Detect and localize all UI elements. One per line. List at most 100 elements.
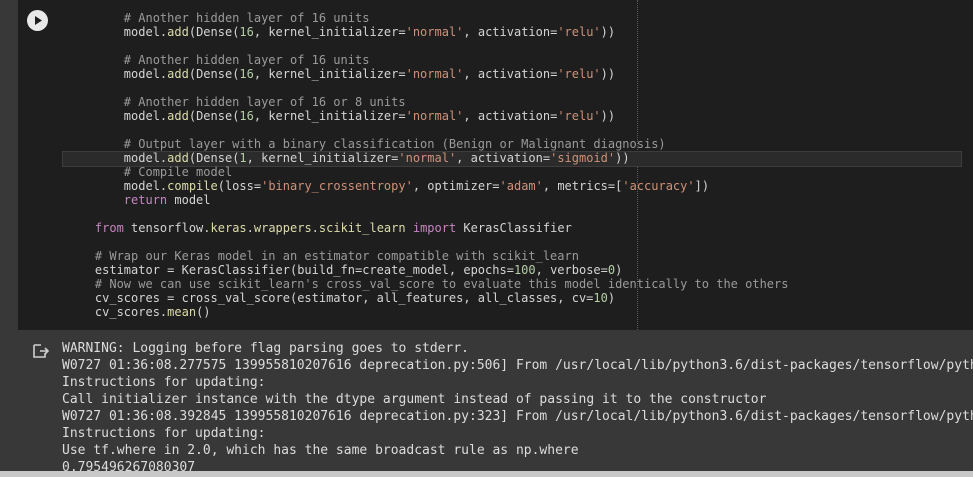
output-text: WARNING: Logging before flag parsing goe… xyxy=(62,340,973,471)
code-token: ) xyxy=(607,291,616,305)
code-token: (Dense( xyxy=(188,109,240,123)
code-token: model. xyxy=(66,151,168,165)
code-token: 'normal' xyxy=(405,25,464,39)
code-token: 'relu' xyxy=(557,67,601,81)
code-token: ) xyxy=(615,263,623,277)
code-token: )) xyxy=(600,109,616,123)
code-line: # Another hidden layer of 16 or 8 units xyxy=(66,95,788,109)
code-token: (loss= xyxy=(217,179,262,193)
code-token: compile xyxy=(167,179,218,193)
code-token: keras xyxy=(210,221,247,235)
code-token: . xyxy=(311,221,319,235)
code-line: estimator = KerasClassifier(build_fn=cre… xyxy=(66,263,788,277)
code-token: 'binary_crossentropy' xyxy=(261,179,413,193)
code-token: mean xyxy=(167,305,197,319)
code-line: model.add(Dense(16, kernel_initializer='… xyxy=(66,67,788,81)
code-cell[interactable]: # Another hidden layer of 16 units model… xyxy=(18,0,973,330)
code-token: , kernel_initializer= xyxy=(253,25,406,39)
code-token: , kernel_initializer= xyxy=(253,109,406,123)
code-line: model.add(Dense(1, kernel_initializer='n… xyxy=(66,151,788,165)
code-token: ]) xyxy=(694,179,710,193)
code-token: # Another hidden layer of 16 or 8 units xyxy=(123,95,406,109)
code-token: , kernel_initializer= xyxy=(253,67,406,81)
code-line: return model xyxy=(66,193,788,207)
code-token: model xyxy=(167,193,211,207)
output-arrow-icon xyxy=(33,344,50,358)
code-token: 100 xyxy=(513,263,536,277)
code-token: KerasClassifier xyxy=(456,221,572,235)
code-token: 'relu' xyxy=(557,109,601,123)
code-token: 'adam' xyxy=(499,179,543,193)
code-token: 'normal' xyxy=(405,109,464,123)
code-token: () xyxy=(196,305,211,319)
code-token: model. xyxy=(66,67,168,81)
run-cell-button[interactable] xyxy=(27,10,48,31)
code-token: wrappers xyxy=(253,221,312,235)
code-token: add xyxy=(167,151,189,165)
code-token: , optimizer= xyxy=(412,179,500,193)
code-token: estimator = KerasClassifier(build_fn=cre… xyxy=(66,263,514,277)
output-line: Use tf.where in 2.0, which has the same … xyxy=(62,443,579,458)
output-line: W0727 01:36:08.277575 139955810207616 de… xyxy=(62,358,973,373)
code-token: model. xyxy=(66,25,168,39)
code-line: # Another hidden layer of 16 units xyxy=(66,53,788,67)
code-token: , activation= xyxy=(463,109,558,123)
output-line: WARNING: Logging before flag parsing goe… xyxy=(62,341,469,356)
code-line: model.add(Dense(16, kernel_initializer='… xyxy=(66,109,788,123)
code-token: # Wrap our Keras model in an estimator c… xyxy=(94,249,579,263)
code-token: tensorflow. xyxy=(123,221,211,235)
code-line: # Another hidden layer of 16 units xyxy=(66,11,788,25)
code-token: cv_scores = cross_val_score(estimator, a… xyxy=(66,291,594,305)
code-token: # Another hidden layer of 16 units xyxy=(123,53,370,67)
code-token: , activation= xyxy=(463,67,558,81)
code-token: 'normal' xyxy=(398,151,457,165)
code-token: )) xyxy=(600,67,616,81)
code-line: cv_scores = cross_val_score(estimator, a… xyxy=(66,291,788,305)
output-line: W0727 01:36:08.392845 139955810207616 de… xyxy=(62,409,973,424)
code-token: 16 xyxy=(239,25,254,39)
code-token: import xyxy=(412,221,457,235)
code-editor[interactable]: # Another hidden layer of 16 units model… xyxy=(66,11,789,319)
code-line: model.add(Dense(16, kernel_initializer='… xyxy=(66,25,788,39)
code-token: (Dense( xyxy=(188,151,240,165)
code-token: , activation= xyxy=(463,25,558,39)
code-token: , kernel_initializer= xyxy=(246,151,399,165)
code-token: , verbose= xyxy=(535,263,608,277)
code-token: return xyxy=(123,193,168,207)
code-line: from tensorflow.keras.wrappers.scikit_le… xyxy=(66,221,788,235)
code-token: 'accuracy' xyxy=(622,179,695,193)
code-token: , metrics=[ xyxy=(542,179,623,193)
output-line: Instructions for updating: xyxy=(62,375,266,390)
code-token: # Compile model xyxy=(123,165,233,179)
code-line: # Now we can use scikit_learn's cross_va… xyxy=(66,277,789,291)
code-token: add xyxy=(167,67,189,81)
horizontal-scrollbar[interactable] xyxy=(0,471,973,477)
output-line: Instructions for updating: xyxy=(62,426,266,441)
play-circle-icon xyxy=(35,16,42,25)
code-token: 'relu' xyxy=(557,25,601,39)
code-line: # Output layer with a binary classificat… xyxy=(66,137,788,151)
code-line: # Compile model xyxy=(66,165,788,179)
code-token: # Output layer with a binary classificat… xyxy=(123,137,666,151)
code-token: from xyxy=(94,221,124,235)
code-line: model.compile(loss='binary_crossentropy'… xyxy=(66,179,788,193)
code-token: 'normal' xyxy=(405,67,464,81)
output-cell: WARNING: Logging before flag parsing goe… xyxy=(18,331,973,471)
code-token: . xyxy=(246,221,254,235)
output-line: Call initializer instance with the dtype… xyxy=(62,392,767,407)
code-token: add xyxy=(167,109,189,123)
code-token: model. xyxy=(66,179,168,193)
code-line: cv_scores.mean() xyxy=(66,305,788,319)
code-token: 1 xyxy=(239,151,247,165)
code-token: (Dense( xyxy=(188,25,240,39)
